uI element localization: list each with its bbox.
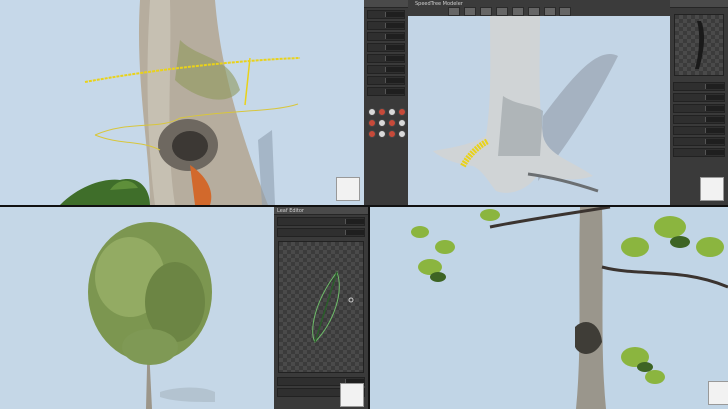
property-row[interactable] bbox=[367, 87, 405, 96]
knife-icon[interactable] bbox=[527, 7, 540, 16]
property-row[interactable] bbox=[277, 228, 365, 237]
property-row[interactable] bbox=[367, 32, 405, 41]
property-row[interactable] bbox=[367, 65, 405, 74]
property-row[interactable] bbox=[673, 148, 725, 157]
viewport-trunk-knot[interactable] bbox=[0, 0, 364, 205]
viewport-full-tree[interactable] bbox=[0, 207, 274, 409]
node-icon[interactable] bbox=[388, 108, 396, 116]
node-icon[interactable] bbox=[368, 108, 376, 116]
leaf-texture-preview[interactable] bbox=[278, 241, 364, 373]
trunk-knot-scene bbox=[0, 0, 364, 205]
view-cube-icon[interactable] bbox=[700, 177, 724, 201]
property-row[interactable] bbox=[367, 21, 405, 30]
mesh-preview bbox=[674, 14, 724, 76]
node-icon[interactable] bbox=[398, 119, 406, 127]
property-row[interactable] bbox=[673, 93, 725, 102]
property-row[interactable] bbox=[673, 104, 725, 113]
property-row[interactable] bbox=[673, 82, 725, 91]
panel-header: Leaf Editor bbox=[274, 207, 368, 215]
node-icon[interactable] bbox=[398, 130, 406, 138]
property-row[interactable] bbox=[367, 76, 405, 85]
node-icon[interactable] bbox=[388, 130, 396, 138]
leaf-editor-title: Leaf Editor bbox=[277, 208, 304, 214]
canopy-scene bbox=[370, 207, 728, 409]
scale-icon[interactable] bbox=[495, 7, 508, 16]
brush-icon[interactable] bbox=[511, 7, 524, 16]
property-row[interactable] bbox=[673, 126, 725, 135]
viewport-root-flare[interactable]: SpeedTree Modeler bbox=[408, 0, 670, 205]
view-cube-icon[interactable] bbox=[336, 177, 360, 201]
gear-icon[interactable] bbox=[559, 7, 572, 16]
node-icon[interactable] bbox=[378, 119, 386, 127]
root-flare-scene bbox=[408, 16, 670, 205]
node-icon[interactable] bbox=[378, 108, 386, 116]
property-row[interactable] bbox=[367, 10, 405, 19]
properties-panel-right bbox=[670, 0, 728, 205]
cursor-icon[interactable] bbox=[448, 7, 460, 16]
top-toolbar: SpeedTree Modeler bbox=[408, 0, 670, 17]
view-cube-icon[interactable] bbox=[708, 381, 728, 405]
node-icon[interactable] bbox=[388, 119, 396, 127]
viewport-canopy[interactable] bbox=[370, 207, 728, 409]
property-row[interactable] bbox=[367, 54, 405, 63]
full-tree-scene bbox=[0, 207, 274, 409]
move-icon[interactable] bbox=[463, 7, 476, 16]
leaf-outline-icon bbox=[312, 270, 354, 343]
divider-vertical[interactable] bbox=[368, 207, 370, 409]
node-icon[interactable] bbox=[368, 119, 376, 127]
node-icon[interactable] bbox=[368, 130, 376, 138]
view-cube-icon[interactable] bbox=[340, 383, 364, 407]
node-icon[interactable] bbox=[378, 130, 386, 138]
node-icon-grid bbox=[364, 104, 408, 142]
property-row[interactable] bbox=[673, 115, 725, 124]
branch-mesh-icon bbox=[695, 21, 705, 69]
eye-icon[interactable] bbox=[543, 7, 556, 16]
divider-horizontal[interactable] bbox=[0, 205, 728, 207]
properties-panel-top bbox=[364, 0, 408, 205]
property-row[interactable] bbox=[367, 43, 405, 52]
panel-header bbox=[670, 0, 728, 8]
leaf-editor-panel: Leaf Editor bbox=[274, 207, 368, 409]
node-icon[interactable] bbox=[398, 108, 406, 116]
panel-header bbox=[364, 0, 408, 8]
property-row[interactable] bbox=[277, 217, 365, 226]
property-row[interactable] bbox=[673, 137, 725, 146]
rotate-icon[interactable] bbox=[479, 7, 492, 16]
